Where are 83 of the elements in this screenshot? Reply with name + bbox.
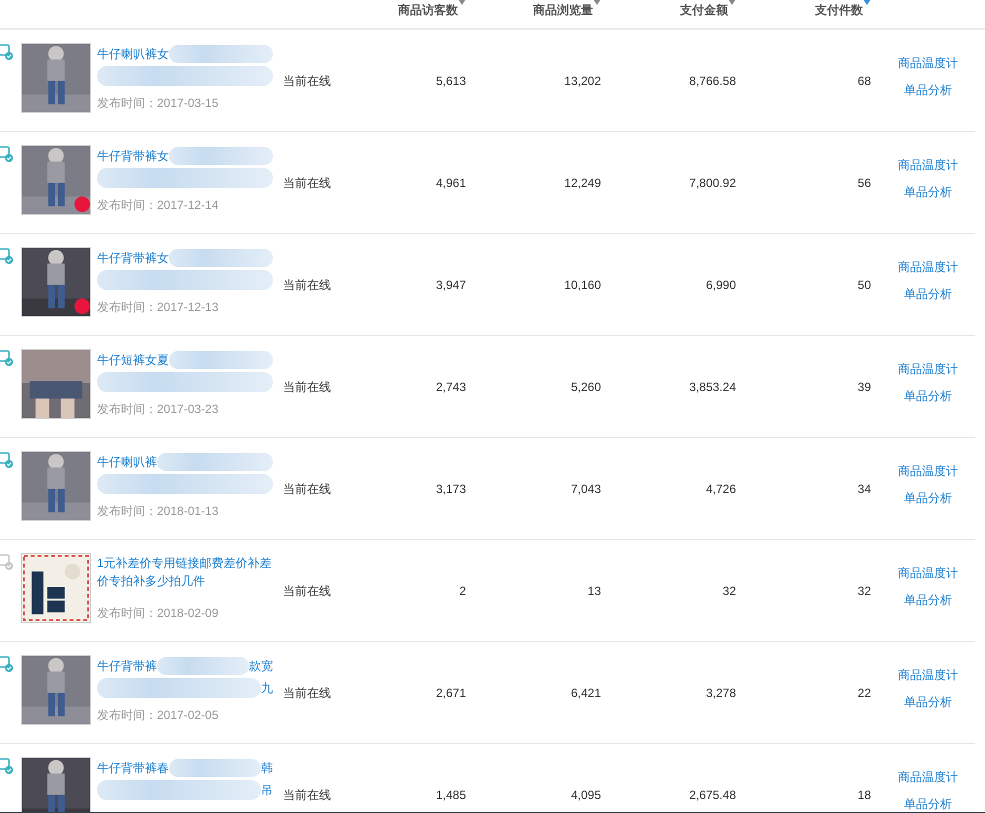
publish-date: 发布时间：2017-12-14 <box>97 197 220 214</box>
table-cell-text: 39 <box>858 378 871 396</box>
sort-icon[interactable] <box>728 0 736 5</box>
table-cell-text: 2 <box>459 582 466 600</box>
table-cell-text: 10,160 <box>564 276 601 294</box>
action-link[interactable]: 商品温度计 <box>898 258 958 276</box>
table-cell-text: 1,485 <box>436 786 466 804</box>
table-cell-text: 22 <box>858 684 871 702</box>
publish-date: 发布时间：2018-01-13 <box>97 503 220 520</box>
action-link[interactable]: 单品分析 <box>904 80 952 98</box>
product-title-link[interactable]: 吊 <box>261 781 273 799</box>
status-text: 当前在线 <box>283 174 331 192</box>
product-title-link[interactable]: 牛仔背带裤 <box>97 657 157 675</box>
action-link[interactable]: 商品温度计 <box>898 462 958 480</box>
status-text: 当前在线 <box>283 276 331 294</box>
publish-date: 发布时间：2017-03-23 <box>97 401 220 418</box>
table-cell-text: 6,421 <box>570 684 601 702</box>
column-header[interactable]: 支付件数 <box>815 1 863 19</box>
table-cell-text: 7,043 <box>570 480 601 498</box>
sort-icon[interactable] <box>863 0 871 5</box>
table-cell-text: 50 <box>858 276 871 294</box>
sort-icon[interactable] <box>458 0 466 5</box>
table-cell-text: 7,800.92 <box>689 174 736 192</box>
product-title-link[interactable]: 牛仔喇叭裤女 <box>97 45 169 63</box>
table-cell-text: 3,853.24 <box>689 378 736 396</box>
action-link[interactable]: 商品温度计 <box>898 360 958 378</box>
column-header[interactable]: 商品访客数 <box>398 1 458 19</box>
table-cell-text: 2,671 <box>436 684 466 702</box>
table-cell-text: 8,766.58 <box>689 72 736 90</box>
column-header[interactable]: 商品浏览量 <box>533 1 593 19</box>
action-link[interactable]: 单品分析 <box>904 386 952 404</box>
product-title-link[interactable]: 九 <box>261 679 273 697</box>
publish-date: 发布时间：2017-12-13 <box>97 299 220 316</box>
table-cell-text: 3,947 <box>436 276 466 294</box>
product-title-link[interactable]: 款宽 <box>249 657 273 675</box>
action-link[interactable]: 单品分析 <box>904 794 952 812</box>
table-cell-text: 32 <box>722 582 736 600</box>
table-cell-text: 4,095 <box>570 786 601 804</box>
action-link[interactable]: 单品分析 <box>904 182 952 200</box>
action-link[interactable]: 单品分析 <box>904 284 952 302</box>
status-text: 当前在线 <box>283 378 331 396</box>
product-title-link[interactable]: 韩 <box>261 759 273 777</box>
status-text: 当前在线 <box>283 786 331 804</box>
table-cell-text: 5,260 <box>570 378 601 396</box>
table-cell-text: 4,726 <box>706 480 736 498</box>
status-text: 当前在线 <box>283 72 331 90</box>
publish-date: 发布时间：2017-02-05 <box>97 707 220 724</box>
table-cell-text: 34 <box>858 480 871 498</box>
product-title-link[interactable]: 牛仔背带裤女 <box>97 147 169 165</box>
sort-icon[interactable] <box>593 0 601 5</box>
product-title-link[interactable]: 牛仔背带裤春 <box>97 759 169 777</box>
table-cell-text: 12,249 <box>564 174 601 192</box>
action-link[interactable]: 单品分析 <box>904 692 952 710</box>
table-cell-text: 13,202 <box>564 72 601 90</box>
product-title-link[interactable]: 牛仔喇叭裤 <box>97 453 157 471</box>
table-cell-text: 2,743 <box>436 378 466 396</box>
product-title-link[interactable]: 牛仔背带裤女 <box>97 249 169 267</box>
status-text: 当前在线 <box>283 480 331 498</box>
action-link[interactable]: 单品分析 <box>904 590 952 608</box>
publish-date: 发布时间：2018-02-09 <box>97 605 220 622</box>
action-link[interactable]: 商品温度计 <box>898 156 958 174</box>
table-cell-text: 5,613 <box>436 72 466 90</box>
table-cell-text: 68 <box>858 72 871 90</box>
table-cell-text: 6,990 <box>706 276 736 294</box>
table-cell-text: 18 <box>858 786 871 804</box>
table-cell-text: 2,675.48 <box>689 786 736 804</box>
table-cell-text: 13 <box>588 582 601 600</box>
action-link[interactable]: 商品温度计 <box>898 768 958 786</box>
product-title-link[interactable]: 牛仔短裤女夏 <box>97 351 169 369</box>
action-link[interactable]: 商品温度计 <box>898 54 958 72</box>
product-title-link[interactable]: 1元补差价专用链接邮费差价补差价专拍补多少拍几件 <box>97 554 273 600</box>
table-cell-text: 32 <box>858 582 871 600</box>
action-link[interactable]: 单品分析 <box>904 488 952 506</box>
table-cell-text: 4,961 <box>436 174 466 192</box>
column-header[interactable]: 支付金额 <box>680 1 728 19</box>
action-link[interactable]: 商品温度计 <box>898 564 958 582</box>
action-link[interactable]: 商品温度计 <box>898 666 958 684</box>
publish-date: 发布时间：2017-03-15 <box>97 95 220 112</box>
table-cell-text: 3,173 <box>436 480 466 498</box>
table-cell-text: 56 <box>858 174 871 192</box>
status-text: 当前在线 <box>283 684 331 702</box>
status-text: 当前在线 <box>283 582 331 600</box>
table-cell-text: 3,278 <box>706 684 736 702</box>
